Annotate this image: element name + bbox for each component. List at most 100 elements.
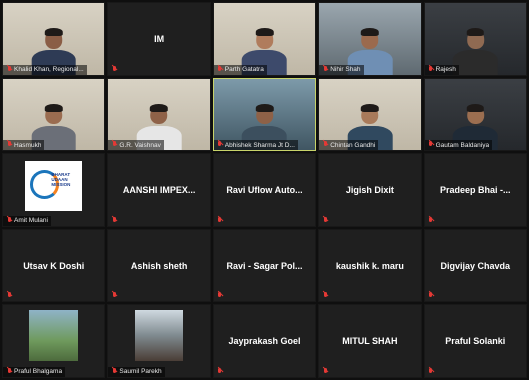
participant-tile[interactable]: Saumil Parekh	[107, 304, 211, 378]
participant-name: Hasmukh	[14, 141, 42, 149]
participant-name-label: Chintan Gandhi	[319, 140, 379, 151]
participant-tile[interactable]: AANSHI IMPEX...	[107, 153, 211, 227]
participant-name-label	[425, 367, 437, 377]
participant-tile[interactable]: Digvijay Chavda	[423, 228, 527, 303]
participant-tile[interactable]: Ravi - Sagar Pol...	[212, 228, 317, 303]
microphone-muted-icon	[322, 141, 328, 149]
participant-tile[interactable]: Abhishek Sharma Jt D...	[212, 77, 317, 152]
microphone-muted-icon	[6, 292, 12, 300]
logo-text: BHARAT UDAAN MISSION	[51, 172, 71, 188]
participant-name-label	[108, 65, 120, 75]
participant-name: Rajesh	[435, 66, 456, 74]
microphone-muted-icon	[111, 367, 117, 376]
participant-name-label: Rajesh	[424, 64, 459, 75]
participant-name-label: Saumil Parekh	[108, 366, 165, 377]
profile-picture: BHARAT UDAAN MISSION	[25, 161, 83, 212]
participant-display-name: Praful Solanki	[445, 336, 506, 347]
microphone-muted-icon	[111, 216, 117, 225]
microphone-muted-icon	[111, 65, 117, 74]
participant-display-name: Ravi - Sagar Pol...	[226, 260, 303, 271]
profile-picture	[29, 309, 79, 362]
microphone-muted-icon	[6, 141, 12, 149]
participant-display-name: Jigish Dixit	[345, 184, 394, 195]
participant-name-label: Abhishek Sharma Jt D...	[213, 140, 298, 151]
participant-name-label: Khalid Khan, Regional...	[3, 64, 87, 75]
participant-name-label	[319, 291, 331, 301]
microphone-muted-icon	[322, 292, 328, 300]
participant-tile[interactable]: Ashish sheth	[107, 228, 211, 303]
participant-tile[interactable]: Parth Gatatra	[212, 2, 317, 76]
participant-tile[interactable]: Rajesh	[423, 2, 527, 76]
participant-display-name: Ashish sheth	[130, 260, 188, 271]
participant-display-name: Pradeep Bhai -...	[440, 184, 511, 195]
microphone-muted-icon	[6, 367, 12, 376]
participant-name-label	[3, 291, 15, 301]
participant-name: Nihir Shah	[330, 66, 361, 74]
participant-tile[interactable]: Praful Bhalgama	[2, 304, 106, 378]
profile-picture	[134, 309, 184, 362]
participant-name-label	[319, 216, 331, 226]
microphone-muted-icon	[6, 65, 12, 74]
participant-tile[interactable]: MITUL SHAH	[318, 304, 422, 378]
microphone-muted-icon	[428, 292, 434, 300]
participant-name-label: Praful Bhalgama	[3, 366, 66, 377]
participant-display-name: Digvijay Chavda	[440, 260, 511, 271]
participant-name: Chintan Gandhi	[330, 141, 376, 149]
participant-display-name: Ravi Uflow Auto...	[226, 184, 303, 195]
participant-grid: Khalid Khan, Regional... IM Parth Gatatra N…	[2, 2, 527, 378]
microphone-muted-icon	[217, 141, 223, 149]
participant-name: G.R. Vaishnav	[119, 141, 161, 149]
microphone-muted-icon	[217, 367, 223, 376]
participant-name-label: Parth Gatatra	[213, 64, 267, 75]
participant-name-label	[214, 291, 226, 301]
participant-name-label: G.R. Vaishnav	[108, 140, 164, 151]
participant-name: Saumil Parekh	[119, 368, 162, 376]
participant-tile[interactable]: Pradeep Bhai -...	[423, 153, 527, 227]
microphone-muted-icon	[217, 292, 223, 300]
microphone-muted-icon	[111, 292, 117, 300]
microphone-muted-icon	[217, 65, 223, 74]
participant-name-label: Amit Mulani	[3, 215, 51, 226]
participant-tile[interactable]: Jayprakash Goel	[212, 304, 317, 378]
participant-tile[interactable]: Utsav K Doshi	[2, 228, 106, 303]
microphone-muted-icon	[111, 141, 117, 149]
microphone-muted-icon	[428, 216, 434, 225]
participant-tile[interactable]: Hasmukh	[2, 77, 106, 152]
participant-tile[interactable]: G.R. Vaishnav	[107, 77, 211, 152]
participant-tile[interactable]: kaushik k. maru	[318, 228, 422, 303]
participant-name-label: Gautam Baldaniya	[424, 140, 493, 151]
participant-name-label	[108, 216, 120, 226]
participant-tile[interactable]: Nihir Shah	[318, 2, 422, 76]
participant-name-label	[214, 367, 226, 377]
participant-display-name: kaushik k. maru	[335, 260, 404, 271]
participant-name: Parth Gatatra	[224, 66, 264, 74]
microphone-muted-icon	[322, 216, 328, 225]
participant-tile[interactable]: Praful Solanki	[423, 304, 527, 378]
participant-tile[interactable]: Chintan Gandhi	[318, 77, 422, 152]
participant-display-name: Jayprakash Goel	[228, 336, 301, 347]
participant-name-label	[108, 291, 120, 301]
participant-name-label	[425, 216, 437, 226]
microphone-muted-icon	[428, 367, 434, 376]
microphone-muted-icon	[6, 216, 12, 225]
participant-name: Abhishek Sharma Jt D...	[224, 141, 295, 149]
participant-display-name: AANSHI IMPEX...	[122, 184, 196, 195]
participant-tile[interactable]: BHARAT UDAAN MISSION Amit Mulani	[2, 153, 106, 227]
participant-tile[interactable]: IM	[107, 2, 211, 76]
microphone-muted-icon	[428, 65, 434, 74]
participant-tile[interactable]: Ravi Uflow Auto...	[212, 153, 317, 227]
microphone-muted-icon	[428, 141, 434, 149]
participant-display-name: Utsav K Doshi	[23, 260, 85, 271]
participant-tile[interactable]: Khalid Khan, Regional...	[2, 2, 106, 76]
microphone-muted-icon	[217, 216, 223, 225]
participant-figure	[452, 28, 498, 75]
participant-name-label	[319, 367, 331, 377]
microphone-muted-icon	[322, 367, 328, 376]
participant-name-label	[425, 291, 437, 301]
participant-tile[interactable]: Jigish Dixit	[318, 153, 422, 227]
participant-display-name: MITUL SHAH	[342, 336, 398, 347]
participant-name-label	[214, 216, 226, 226]
participant-tile[interactable]: Gautam Baldaniya	[423, 77, 527, 152]
participant-name: Khalid Khan, Regional...	[14, 66, 84, 74]
participant-name: Amit Mulani	[14, 217, 48, 225]
